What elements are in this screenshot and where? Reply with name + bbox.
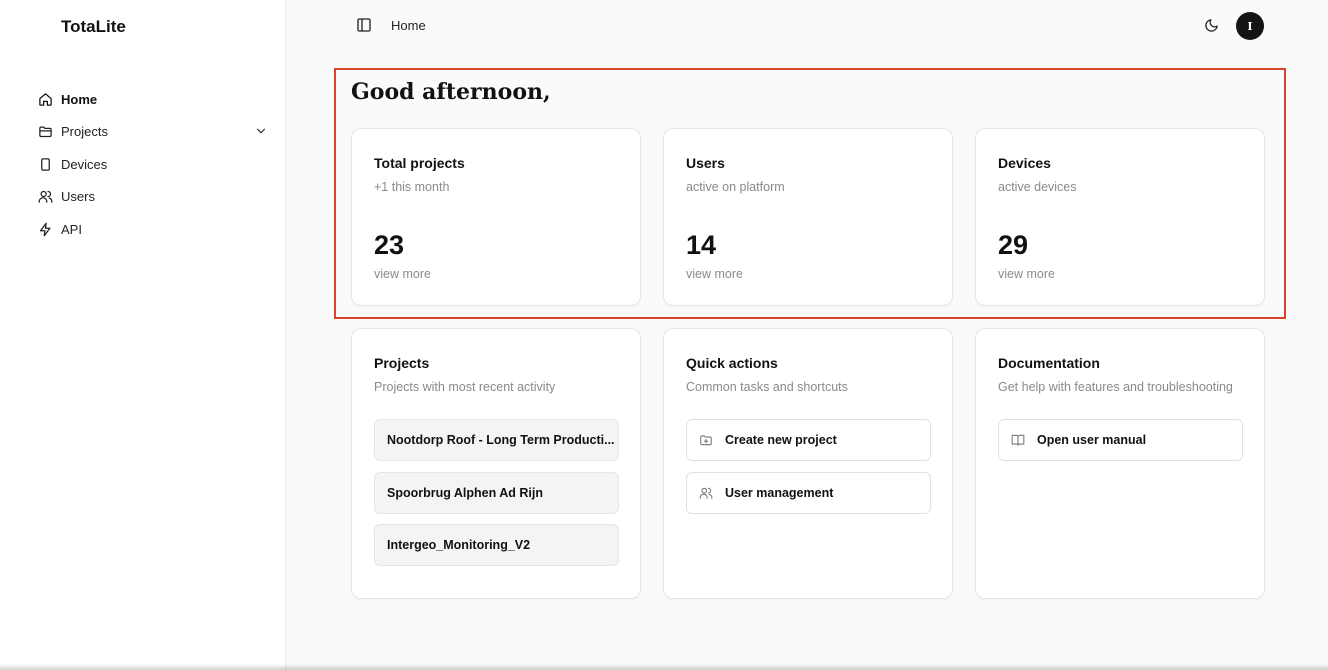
sidebar-item-devices[interactable]: Devices [38,151,274,177]
top-bar: Home I [286,0,1328,54]
home-icon [38,92,53,107]
folder-icon [38,124,53,139]
view-more-link[interactable]: view more [374,267,431,281]
button-label: Open user manual [1037,433,1147,447]
card-subtitle: Common tasks and shortcuts [686,380,848,394]
card-title: Projects [374,355,430,371]
folder-plus-icon [699,433,713,447]
chevron-down-icon[interactable] [254,124,268,138]
breadcrumb: Home [391,18,426,33]
users-icon [699,486,713,500]
bottom-edge-shadow [0,664,1328,670]
bolt-icon [38,222,53,237]
sidebar-item-projects[interactable]: Projects [38,119,274,145]
stat-card-projects[interactable]: Total projects +1 this month 23 view mor… [351,128,641,306]
stat-card-subtitle: active on platform [686,180,785,194]
user-management-button[interactable]: User management [686,472,931,514]
stat-card-value: 23 [374,230,405,260]
sidebar: TotaLite Home Projects Devices Users API [0,0,286,670]
card-subtitle: Get help with features and troubleshooti… [998,380,1233,394]
stat-card-subtitle: active devices [998,180,1077,194]
sidebar-toggle-icon[interactable] [356,17,372,33]
stat-card-title: Total projects [374,155,465,171]
view-more-link[interactable]: view more [686,267,743,281]
sidebar-item-label: Users [61,189,95,205]
stat-card-title: Users [686,155,725,171]
sidebar-item-label: API [61,221,82,237]
sidebar-nav: Home Projects Devices Users API [38,86,274,249]
quick-actions-card: Quick actions Common tasks and shortcuts… [663,328,953,599]
sidebar-item-home[interactable]: Home [38,86,274,112]
card-subtitle: Projects with most recent activity [374,380,556,394]
documentation-card: Documentation Get help with features and… [975,328,1265,599]
stat-card-subtitle: +1 this month [374,180,450,194]
projects-card: Projects Projects with most recent activ… [351,328,641,599]
sidebar-item-label: Projects [61,124,108,140]
users-icon [38,189,53,204]
view-more-link[interactable]: view more [998,267,1055,281]
brand-logo[interactable]: TotaLite [61,17,126,37]
page-title: Good afternoon, [351,79,551,105]
sidebar-item-api[interactable]: API [38,216,274,242]
stat-card-users[interactable]: Users active on platform 14 view more [663,128,953,306]
project-item[interactable]: Intergeo_Monitoring_V2 [374,524,619,566]
book-open-icon [1011,433,1025,447]
stat-card-value: 29 [998,230,1029,260]
project-item[interactable]: Nootdorp Roof - Long Term Producti... [374,419,619,461]
button-label: User management [725,486,834,500]
stat-card-devices[interactable]: Devices active devices 29 view more [975,128,1265,306]
avatar[interactable]: I [1236,12,1264,40]
open-user-manual-button[interactable]: Open user manual [998,419,1243,461]
card-title: Documentation [998,355,1100,371]
device-icon [38,157,53,172]
project-item[interactable]: Spoorbrug Alphen Ad Rijn [374,472,619,514]
stat-card-value: 14 [686,230,717,260]
sidebar-item-users[interactable]: Users [38,184,274,210]
create-project-button[interactable]: Create new project [686,419,931,461]
sidebar-item-label: Devices [61,156,108,172]
card-title: Quick actions [686,355,778,371]
sidebar-item-label: Home [61,91,98,107]
button-label: Create new project [725,433,837,447]
stat-card-title: Devices [998,155,1051,171]
moon-icon[interactable] [1204,18,1219,33]
